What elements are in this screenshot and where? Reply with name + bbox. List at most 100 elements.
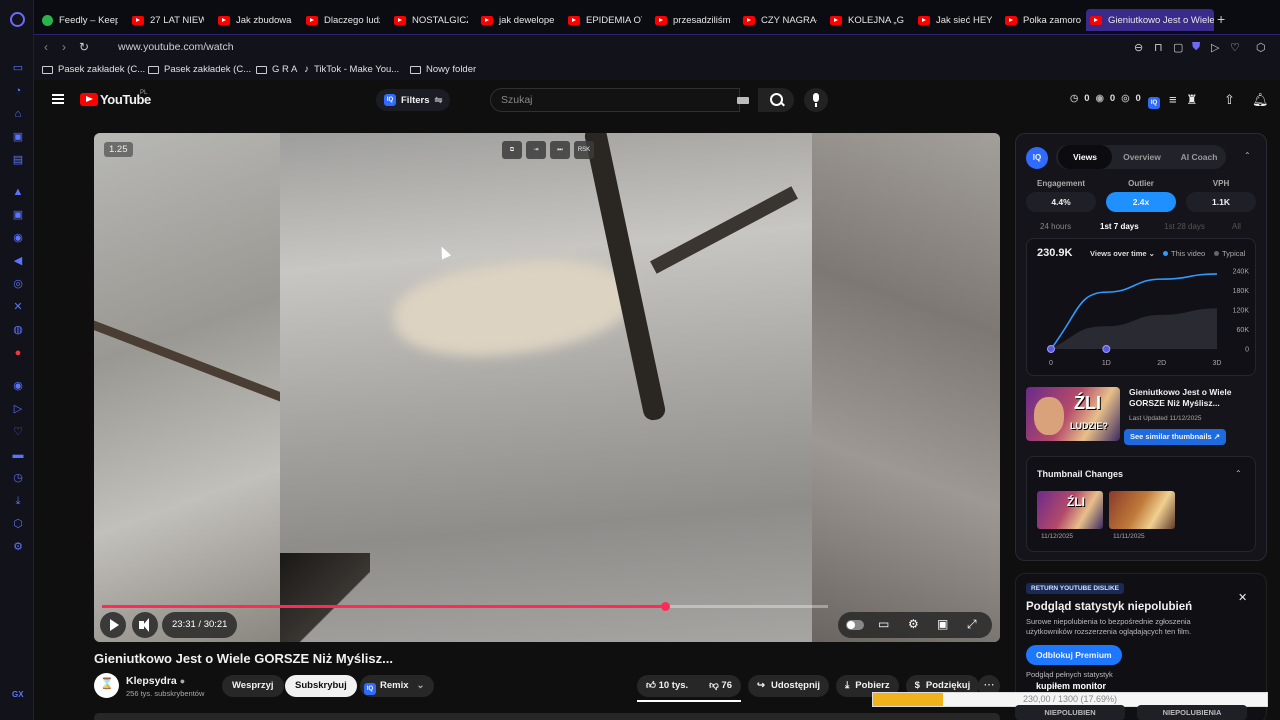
trophy-icon[interactable]: ♜ (1186, 92, 1198, 108)
similar-thumbnails-button[interactable]: See similar thumbnails ↗ (1124, 429, 1227, 445)
search-button[interactable] (758, 88, 794, 112)
browser-tab[interactable]: CZY NAGRAŁ (739, 9, 817, 31)
tab-islands-icon[interactable]: ▭ (12, 62, 24, 74)
browser-tab[interactable]: KOLEJNA „GY (826, 9, 904, 31)
thumbnail-version[interactable]: ŹLI (1037, 491, 1103, 529)
aria-icon[interactable]: ◔ (12, 85, 24, 97)
range-7d[interactable]: 1st 7 days (1100, 222, 1139, 231)
send-page-icon[interactable]: ▷ (1211, 41, 1219, 54)
send-icon[interactable]: ▷ (12, 403, 24, 415)
new-tab-button[interactable]: + (1217, 11, 1225, 27)
heart-page-icon[interactable]: ♡ (1230, 41, 1240, 54)
music-icon[interactable]: ▤ (12, 154, 24, 166)
share-button[interactable]: ↪ Udostępnij (748, 675, 830, 697)
bookmark-folder[interactable]: Nowy folder (410, 64, 476, 75)
apps-icon[interactable]: ▲ (12, 186, 24, 198)
settings-icon[interactable]: ⚙ (12, 541, 24, 553)
x-icon[interactable]: ✕ (12, 301, 24, 313)
description-box[interactable] (94, 713, 1000, 720)
browser-tab[interactable]: Dlaczego ludz (302, 9, 380, 31)
channel-name[interactable]: Klepsydra ● (126, 675, 185, 687)
extensions-icon[interactable]: ⬡ (12, 518, 24, 530)
history-icon[interactable]: ◷ (12, 472, 24, 484)
thumbnail-version[interactable] (1109, 491, 1175, 529)
exit-icon[interactable]: ⇥ (526, 141, 546, 159)
theater-mode-icon[interactable]: ▣ (937, 617, 948, 631)
url-field[interactable]: www.youtube.com/watch (118, 41, 234, 53)
tab-views[interactable]: Views (1058, 145, 1112, 169)
menu-icon[interactable] (52, 94, 64, 104)
range-28d[interactable]: 1st 28 days (1164, 222, 1205, 231)
messenger-icon[interactable]: ◉ (12, 232, 24, 244)
discord-icon[interactable]: ◍ (12, 324, 24, 336)
range-all[interactable]: All (1232, 222, 1241, 231)
wallet-icon[interactable]: ▬ (12, 449, 24, 461)
subscribe-button[interactable]: Subskrybuj (285, 675, 357, 697)
browser-tab[interactable]: Jak sieć HEY (914, 9, 992, 31)
browser-tab[interactable]: 27 LAT NIEW (128, 9, 204, 31)
current-thumbnail[interactable]: ŹLI LUDZIE? (1026, 387, 1120, 441)
telegram-icon[interactable]: ◀ (12, 255, 24, 267)
back-icon[interactable]: ‹ (44, 40, 48, 54)
vidiq-filters-button[interactable]: IQ Filters ⇋ (376, 89, 451, 111)
vidiq-menu-icon[interactable]: IQ (1148, 92, 1160, 109)
volume-button[interactable] (132, 612, 158, 638)
browser-tab[interactable]: NOSTALGICZ (390, 9, 468, 31)
browser-tab[interactable]: przesadziliśm (651, 9, 731, 31)
remix-button[interactable]: IQ Remix ⌄ (360, 675, 435, 697)
collapse-icon[interactable]: ⌃ (1244, 151, 1251, 160)
play-button[interactable] (100, 612, 126, 638)
support-button[interactable]: Wesprzyj (222, 675, 284, 697)
zoom-icon[interactable]: ⊖ (1134, 41, 1143, 54)
settings-gear-icon[interactable]: ⚙ (908, 617, 919, 631)
browser-tab-active[interactable]: Gieniutkowo Jest o Wiele (1086, 9, 1214, 31)
vidiq-stats-pill[interactable]: ◷ 0 ◉ 0 ◎ 0 (1070, 93, 1141, 104)
twitch-icon[interactable]: ▣ (12, 209, 24, 221)
lines-icon[interactable]: ≡ (1169, 92, 1177, 107)
browser-tab[interactable]: Jak zbudowa (214, 9, 292, 31)
voice-search-button[interactable] (804, 88, 828, 112)
tab-overview[interactable]: Overview (1114, 145, 1170, 169)
like-button[interactable]: 👍︎ 10 tys. (646, 675, 688, 697)
reload-icon[interactable]: ↻ (79, 40, 89, 54)
extension-icon[interactable]: ● (12, 347, 24, 359)
playback-speed-badge[interactable]: 1.25 (104, 142, 133, 157)
progress-scrubber[interactable] (660, 602, 670, 611)
rsk-button[interactable]: RSK (574, 141, 594, 159)
opera-gx-icon[interactable]: GX (12, 690, 24, 699)
instagram-icon[interactable]: ◎ (12, 278, 24, 290)
vidiq-logo-icon[interactable]: IQ (1026, 147, 1048, 169)
autoplay-toggle[interactable] (846, 620, 864, 630)
browser-tab[interactable]: EPIDEMIA OT (564, 9, 642, 31)
heart-icon[interactable]: ♡ (12, 426, 24, 438)
bookmark-folder[interactable]: G R A (256, 64, 297, 75)
browser-tab[interactable]: Polka zamoro (1001, 9, 1081, 31)
unlock-premium-button[interactable]: Odblokuj Premium (1026, 645, 1122, 665)
bookmark-folder[interactable]: Pasek zakładek (C... (42, 64, 145, 75)
notifications-bell-icon[interactable]: 🔔︎ (1252, 92, 1269, 108)
shield-icon[interactable]: ⛊ (1192, 41, 1200, 54)
upload-icon[interactable]: ⇧ (1224, 92, 1235, 108)
browser-tab[interactable]: Feedly – Keep (38, 9, 118, 31)
youtube-logo-icon[interactable] (80, 93, 98, 106)
downloads-icon[interactable]: ⤓ (12, 495, 24, 507)
keyboard-icon[interactable] (737, 97, 749, 104)
tab-ai-coach[interactable]: AI Coach (1172, 145, 1226, 169)
search-input[interactable]: Szukaj (490, 88, 740, 112)
progress-bar[interactable] (102, 602, 828, 611)
collapse-icon[interactable]: ⌃ (1235, 469, 1242, 478)
video-player[interactable]: 1.25 ⧉ ⇥ ⏭︎ RSK 23:31 / 30:21 ▭ ⚙ ▣ ⤢ (94, 133, 1000, 642)
subtitles-icon[interactable]: ▭ (878, 617, 889, 631)
spotify-icon[interactable]: ◉ (12, 380, 24, 392)
pin-icon[interactable]: ⊓ (1154, 41, 1163, 54)
bookmark-folder[interactable]: Pasek zakładek (C... (148, 64, 251, 75)
bookmark-page-icon[interactable]: ▢ (1173, 41, 1183, 54)
extensions-menu-icon[interactable]: ⬡ (1256, 41, 1266, 54)
browser-tab[interactable]: jak deweloper (477, 9, 555, 31)
skip-icon[interactable]: ⏭︎ (550, 141, 570, 159)
bookmark-link[interactable]: ♪ TikTok - Make You... (304, 64, 399, 75)
bag-icon[interactable]: ⌂ (12, 108, 24, 120)
range-24h[interactable]: 24 hours (1040, 222, 1071, 231)
pinboard-icon[interactable]: ▣ (12, 131, 24, 143)
channel-avatar[interactable] (94, 673, 119, 698)
